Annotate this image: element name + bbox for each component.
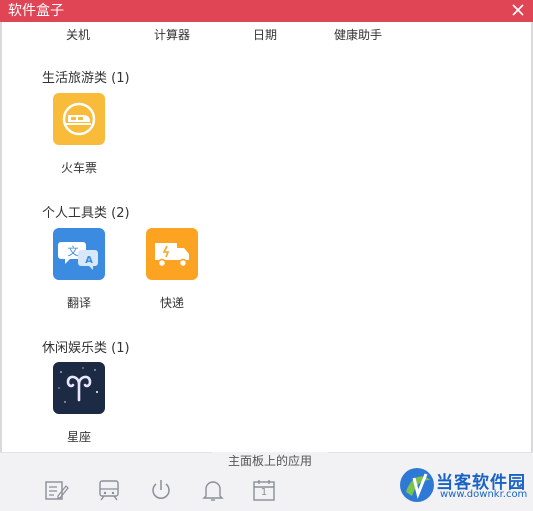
calendar-icon[interactable]: 1 xyxy=(251,477,277,503)
top-app-shutdown[interactable]: 关机 xyxy=(66,26,90,43)
app-label: 星座 xyxy=(66,430,91,444)
category-title-personal-tools: 个人工具类 (2) xyxy=(42,206,130,221)
app-label: 火车票 xyxy=(60,161,97,175)
calendar-day: 1 xyxy=(260,487,268,498)
svg-text:A: A xyxy=(85,255,93,266)
train-ticket-icon[interactable] xyxy=(96,477,122,503)
notes-icon[interactable] xyxy=(43,477,69,503)
app-translate[interactable]: 文 A 翻译 xyxy=(39,228,119,311)
close-icon[interactable] xyxy=(509,1,527,19)
watermark-emblem-icon xyxy=(400,468,434,502)
bell-icon[interactable] xyxy=(200,477,226,503)
top-app-calculator[interactable]: 计算器 xyxy=(154,26,190,43)
app-train-ticket[interactable]: 火车票 xyxy=(39,93,119,176)
category-title-leisure: 休闲娱乐类 (1) xyxy=(42,341,130,356)
title-bar: 软件盒子 xyxy=(0,0,533,22)
app-label: 快递 xyxy=(159,296,184,310)
app-list-panel: 关机 计算器 日期 健康助手 生活旅游类 (1) 火车票 个人工具类 (2) 文… xyxy=(2,22,531,452)
delivery-truck-icon xyxy=(146,228,198,280)
aries-icon xyxy=(53,362,105,414)
app-label: 翻译 xyxy=(66,296,91,310)
watermark-logo: 当客软件园 www.downkr.com xyxy=(396,462,533,510)
window-title: 软件盒子 xyxy=(8,3,64,19)
watermark-url: www.downkr.com xyxy=(440,489,528,500)
power-icon[interactable] xyxy=(148,477,174,503)
translate-icon: 文 A xyxy=(53,228,105,280)
top-app-health[interactable]: 健康助手 xyxy=(334,26,382,43)
app-constellation[interactable]: 星座 xyxy=(39,362,119,445)
train-icon xyxy=(53,93,105,145)
app-delivery[interactable]: 快递 xyxy=(132,228,212,311)
svg-text:文: 文 xyxy=(68,244,79,258)
main-panel-apps-label: 主面板上的应用 xyxy=(212,452,328,469)
top-app-date[interactable]: 日期 xyxy=(253,26,277,43)
category-title-life-travel: 生活旅游类 (1) xyxy=(42,71,130,86)
